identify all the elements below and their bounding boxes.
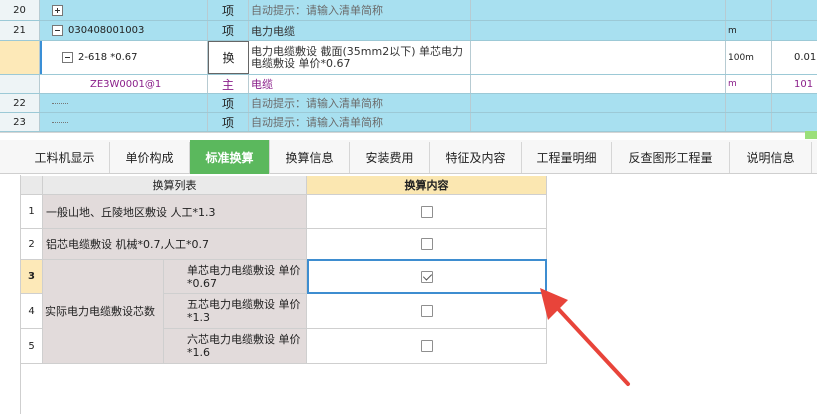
- grid-row[interactable]: 20 项 自动提示：请输入清单简称: [0, 0, 817, 21]
- header-index: [21, 176, 43, 195]
- splitter[interactable]: [0, 132, 817, 140]
- conversion-table: 换算列表 换算内容 1 一般山地、丘陵地区敷设 人工*1.3 2 铝芯电缆敷设 …: [21, 176, 547, 364]
- annotation-arrow-icon: [540, 288, 630, 386]
- row-number: 1: [21, 195, 43, 229]
- conversion-type-button[interactable]: 换: [208, 41, 249, 74]
- unit-cell: 100m: [726, 41, 772, 74]
- type-cell: 项: [208, 94, 249, 112]
- tab-unit-price-composition[interactable]: 单价构成: [110, 142, 190, 173]
- type-cell: 主: [208, 75, 249, 93]
- tab-labor-material-machine[interactable]: 工料机显示: [20, 142, 110, 173]
- grid-row[interactable]: ZE3W0001@1 主 电缆 m 101: [0, 75, 817, 94]
- checkbox[interactable]: [420, 238, 433, 250]
- unit-cell: [726, 94, 772, 112]
- grid-row[interactable]: 21 030408001003 项 电力电缆 m: [0, 21, 817, 41]
- conversion-group-label: 实际电力电缆敷设芯数: [43, 260, 164, 364]
- row-number: [0, 75, 40, 93]
- code-cell: 030408001003: [40, 21, 208, 40]
- name-cell[interactable]: 自动提示：请输入清单简称: [249, 0, 471, 20]
- bill-grid: 20 项 自动提示：请输入清单简称 21 030408001003 项 电力电缆…: [0, 0, 817, 133]
- type-cell: 项: [208, 0, 249, 20]
- conversion-label: 一般山地、丘陵地区敷设 人工*1.3: [43, 195, 307, 229]
- checkbox[interactable]: [420, 205, 433, 218]
- checkbox[interactable]: [420, 305, 433, 317]
- expand-icon[interactable]: [52, 4, 63, 16]
- code-cell: ZE3W0001@1: [40, 75, 208, 93]
- tab-conversion-info[interactable]: 换算信息: [270, 142, 350, 173]
- checkbox-checked[interactable]: [421, 270, 433, 283]
- row-number: 2: [21, 229, 43, 260]
- type-cell: 项: [208, 113, 249, 131]
- splitter-handle[interactable]: [805, 131, 817, 139]
- spec-cell: [471, 113, 726, 131]
- conversion-label: 六芯电力电缆敷设 单价*1.6: [164, 329, 307, 364]
- name-cell[interactable]: 电缆: [249, 75, 471, 93]
- code-cell: [40, 94, 208, 112]
- qty-cell: [772, 113, 817, 131]
- header-conversion-content: 换算内容: [307, 176, 547, 195]
- name-cell[interactable]: 电力电缆: [249, 21, 471, 40]
- spec-cell: [471, 21, 726, 40]
- conversion-check-cell[interactable]: [307, 294, 547, 329]
- spec-cell: [471, 94, 726, 112]
- collapse-icon[interactable]: [52, 25, 63, 36]
- name-cell[interactable]: 电力电缆敷设 截面(35mm2以下) 单芯电力电缆敷设 单价*0.67: [249, 41, 471, 74]
- name-cell[interactable]: 自动提示：请输入清单简称: [249, 113, 471, 131]
- collapse-icon[interactable]: [62, 52, 73, 63]
- header-conversion-list: 换算列表: [43, 176, 307, 195]
- qty-cell: [772, 21, 817, 40]
- unit-cell: [726, 0, 772, 20]
- grid-row[interactable]: 22 项 自动提示：请输入清单简称: [0, 94, 817, 113]
- spec-cell: [471, 41, 726, 74]
- code-text: 2-618 *0.67: [78, 52, 138, 63]
- conversion-label: 单芯电力电缆敷设 单价*0.67: [164, 260, 307, 294]
- conversion-check-cell-selected[interactable]: [307, 259, 547, 294]
- tab-standard-conversion[interactable]: 标准换算: [190, 140, 270, 174]
- tab-installation-fee[interactable]: 安装费用: [350, 142, 430, 173]
- type-cell: 项: [208, 21, 249, 40]
- code-cell: [40, 0, 208, 20]
- row-number: 22: [0, 94, 40, 112]
- tab-description-info[interactable]: 说明信息: [730, 142, 812, 173]
- conversion-label: 五芯电力电缆敷设 单价*1.3: [164, 294, 307, 329]
- name-cell[interactable]: 自动提示：请输入清单简称: [249, 94, 471, 112]
- unit-cell: m: [726, 75, 772, 93]
- unit-cell: [726, 113, 772, 131]
- row-number: 20: [0, 0, 40, 20]
- qty-cell: [772, 0, 817, 20]
- qty-cell: 101: [794, 78, 814, 90]
- row-number: 21: [0, 21, 40, 40]
- unit-cell: m: [726, 21, 772, 40]
- grid-row[interactable]: 23 项 自动提示：请输入清单简称: [0, 113, 817, 132]
- code-cell: 2-618 *0.67: [40, 41, 208, 74]
- tree-connector: [52, 121, 68, 123]
- conversion-check-cell[interactable]: [307, 229, 547, 260]
- row-number: [0, 41, 40, 74]
- detail-tab-bar: 工料机显示 单价构成 标准换算 换算信息 安装费用 特征及内容 工程量明细 反查…: [0, 140, 817, 174]
- checkbox[interactable]: [420, 340, 433, 352]
- spec-cell: [471, 75, 726, 93]
- tab-quantity-detail[interactable]: 工程量明细: [522, 142, 612, 173]
- conversion-label: 铝芯电缆敷设 机械*0.7,人工*0.7: [43, 229, 307, 260]
- tab-reverse-graphic-quantity[interactable]: 反查图形工程量: [612, 142, 730, 173]
- spec-cell: [471, 0, 726, 20]
- row-number: 5: [21, 329, 43, 364]
- row-number-selected: 3: [21, 260, 43, 294]
- grid-row-selected[interactable]: 2-618 *0.67 换 电力电缆敷设 截面(35mm2以下) 单芯电力电缆敷…: [0, 41, 817, 75]
- tab-features-content[interactable]: 特征及内容: [430, 142, 522, 173]
- conversion-check-cell[interactable]: [307, 329, 547, 364]
- row-number: 4: [21, 294, 43, 329]
- conversion-check-cell[interactable]: [307, 195, 547, 229]
- tree-connector: [52, 102, 68, 104]
- row-number: 23: [0, 113, 40, 131]
- code-text: 030408001003: [68, 25, 145, 36]
- qty-cell: [772, 94, 817, 112]
- qty-cell: 0.01: [794, 52, 817, 63]
- code-cell: [40, 113, 208, 131]
